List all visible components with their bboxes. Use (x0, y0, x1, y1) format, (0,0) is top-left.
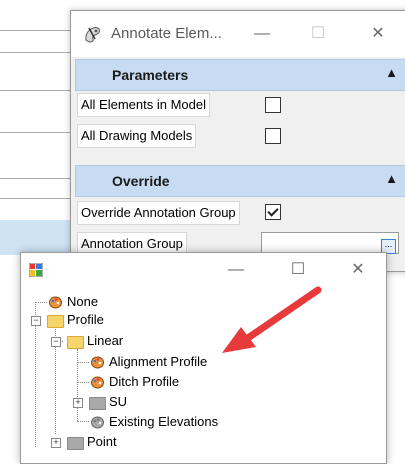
bg-selection (0, 220, 75, 255)
folder-gray-icon (89, 397, 106, 410)
all-drawing-models-checkbox[interactable] (265, 128, 281, 144)
app-window-icon (29, 263, 43, 277)
tree-node-label: Alignment Profile (109, 354, 208, 369)
override-annotation-group-checkbox[interactable] (265, 204, 281, 220)
maximize-button: ☐ (310, 25, 326, 42)
palette-icon (91, 356, 104, 369)
folder-icon (47, 315, 64, 328)
annotation-group-field[interactable] (261, 232, 399, 254)
expand-toggle[interactable]: + (73, 398, 83, 408)
tree-node-label: Linear (87, 333, 124, 348)
palette-icon (49, 296, 62, 309)
palette-gray-icon (91, 416, 104, 429)
close-button[interactable]: ✕ (343, 257, 373, 283)
folder-gray-icon (67, 437, 84, 450)
tree-node-label: None (67, 294, 99, 309)
tree-connector (77, 421, 89, 422)
bg-line (0, 178, 75, 179)
tree-connector (77, 362, 89, 363)
collapse-caret-icon[interactable]: ▲ (385, 171, 398, 186)
override-section-header[interactable]: Override ▲ (75, 165, 405, 197)
tree-node-label: SU (109, 394, 128, 409)
collapse-caret-icon[interactable]: ▲ (385, 65, 398, 80)
group-tree: None − Profile − Linear Alignment Profil… (21, 293, 386, 463)
all-elements-label: All Elements in Model (77, 93, 210, 117)
override-annotation-group-label: Override Annotation Group (77, 201, 240, 225)
parameters-header-label: Parameters (112, 67, 189, 83)
annotate-tool-icon (85, 27, 100, 43)
tree-node-label: Ditch Profile (109, 374, 180, 389)
annotation-group-picker-dialog: — ☐ ✕ None − Profile − Linear Alignment … (20, 252, 387, 464)
dialog-title: Annotate Elem... (111, 25, 222, 42)
all-drawing-models-label: All Drawing Models (77, 124, 197, 148)
close-button[interactable]: ✕ (363, 21, 393, 47)
title-bar[interactable]: Annotate Elem... — ☐ ✕ (71, 11, 405, 57)
parameters-section-header[interactable]: Parameters ▲ (75, 59, 405, 91)
tree-node-label: Profile (67, 312, 104, 327)
annotate-element-dialog: Annotate Elem... — ☐ ✕ Parameters ▲ All … (70, 10, 405, 272)
maximize-button[interactable]: ☐ (283, 257, 313, 283)
bg-line (0, 132, 75, 133)
tree-node-label: Existing Elevations (109, 414, 219, 429)
tree-connector (77, 382, 89, 383)
folder-icon (67, 336, 84, 349)
bg-line (0, 90, 75, 91)
collapse-toggle[interactable]: − (51, 337, 61, 347)
bg-line (0, 198, 75, 199)
bg-line (0, 52, 75, 53)
palette-icon (91, 376, 104, 389)
expand-toggle[interactable]: + (51, 438, 61, 448)
override-header-label: Override (112, 173, 170, 189)
tree-connector (35, 302, 47, 303)
all-elements-checkbox[interactable] (265, 97, 281, 113)
minimize-button[interactable]: — (247, 21, 277, 47)
tree-connector (77, 349, 78, 421)
tree-node-label: Point (87, 434, 117, 449)
minimize-button[interactable]: — (221, 257, 251, 283)
collapse-toggle[interactable]: − (31, 316, 41, 326)
bg-line (0, 30, 75, 31)
